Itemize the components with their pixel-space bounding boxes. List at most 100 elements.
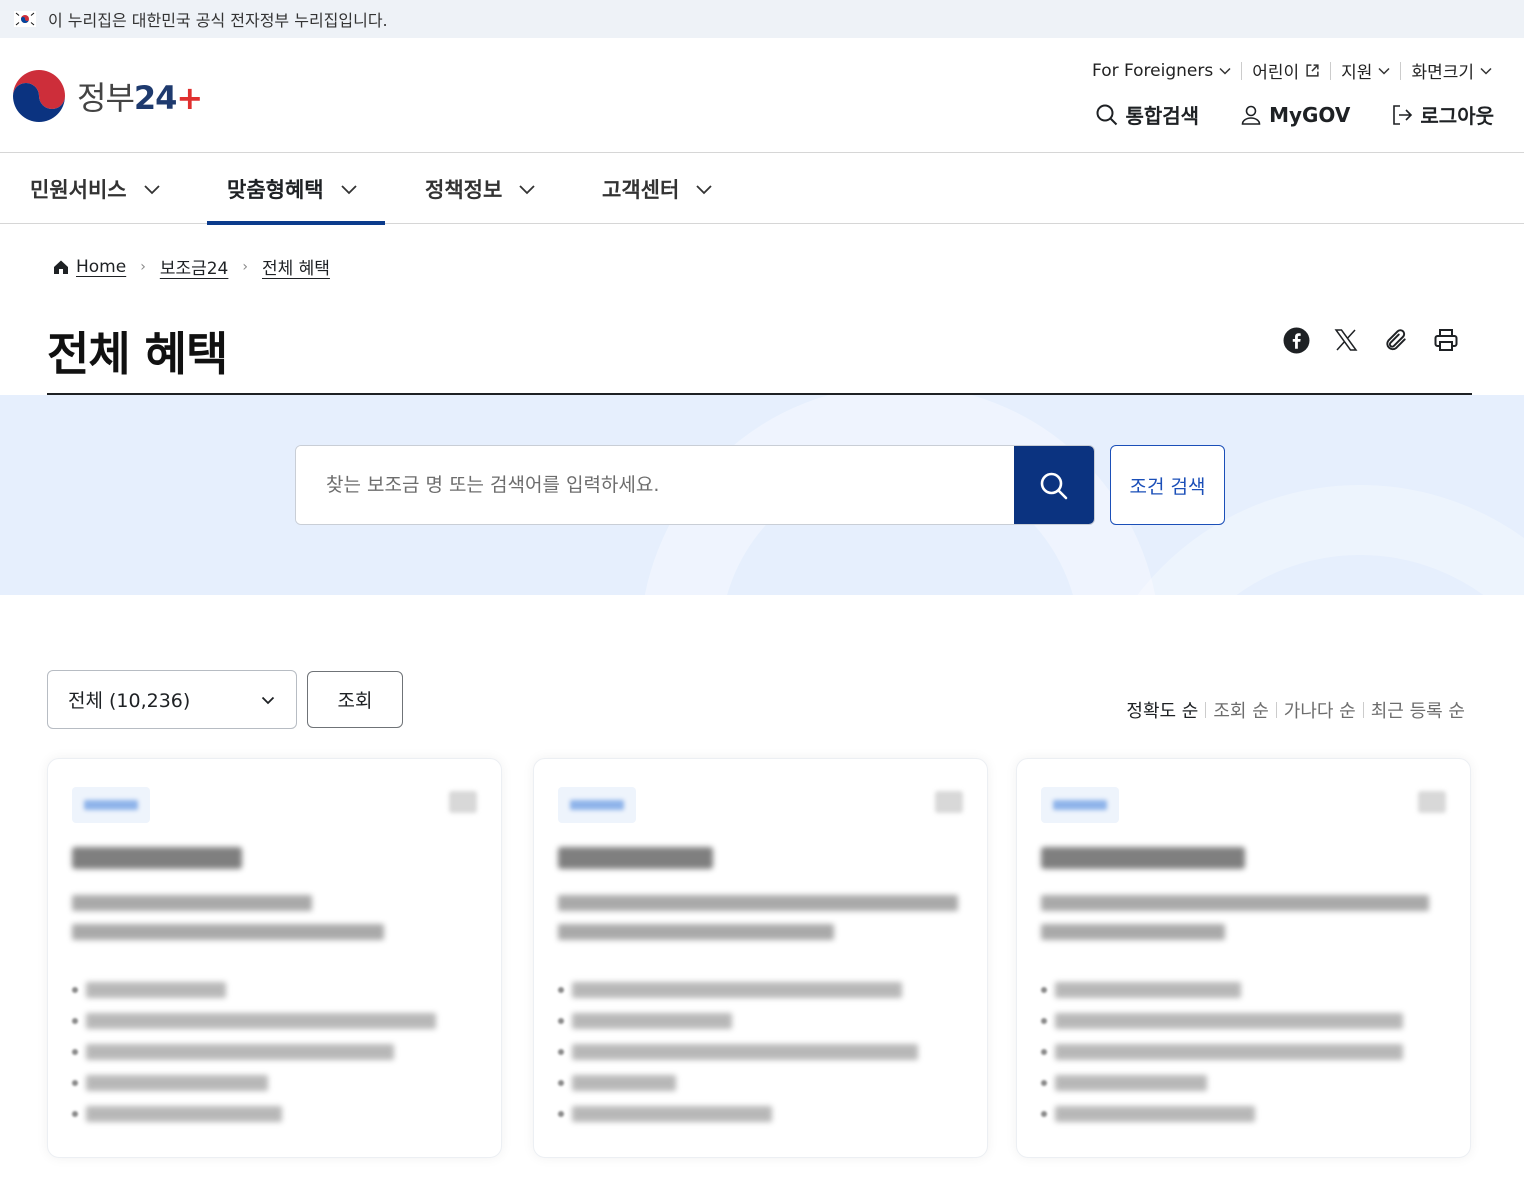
sort-alphabetical[interactable]: 가나다 순 bbox=[1277, 697, 1363, 723]
util-for-foreigners[interactable]: For Foreigners bbox=[1082, 61, 1241, 81]
card-title bbox=[1041, 847, 1245, 869]
sort-recent[interactable]: 최근 등록 순 bbox=[1364, 697, 1472, 723]
gov-official-banner: 이 누리집은 대한민국 공식 전자정부 누리집입니다. bbox=[0, 0, 1524, 38]
util-label: 어린이 bbox=[1252, 63, 1300, 83]
breadcrumb-separator-icon: › bbox=[140, 258, 146, 275]
gov24-logo[interactable]: 정부24+ bbox=[9, 66, 203, 126]
select-value: 전체 (10,236) bbox=[68, 690, 191, 712]
facebook-icon[interactable] bbox=[1282, 326, 1310, 354]
card-description bbox=[558, 895, 958, 911]
list-item bbox=[1041, 1067, 1446, 1098]
list-item bbox=[558, 1036, 963, 1067]
paperclip-icon[interactable] bbox=[1382, 326, 1410, 354]
card-description bbox=[72, 924, 384, 940]
list-item bbox=[72, 1067, 477, 1098]
search-icon bbox=[1040, 472, 1068, 500]
chevron-down-icon bbox=[696, 184, 712, 194]
home-icon bbox=[54, 260, 68, 274]
logout-label: 로그아웃 bbox=[1420, 104, 1494, 128]
list-item bbox=[1041, 1005, 1446, 1036]
benefit-card[interactable] bbox=[1016, 758, 1471, 1158]
util-label: 지원 bbox=[1341, 63, 1373, 83]
benefit-card[interactable] bbox=[47, 758, 502, 1158]
external-link-icon bbox=[1306, 64, 1319, 77]
utility-nav: For Foreigners 어린이 지원 화면크기 bbox=[1082, 58, 1502, 83]
util-support[interactable]: 지원 bbox=[1331, 58, 1400, 83]
sort-accuracy[interactable]: 정확도 순 bbox=[1119, 697, 1205, 723]
user-icon bbox=[1241, 105, 1261, 125]
x-twitter-icon[interactable] bbox=[1332, 326, 1360, 354]
chevron-down-icon bbox=[1480, 67, 1492, 75]
mygov-label: MyGOV bbox=[1269, 102, 1351, 127]
list-item bbox=[72, 1005, 477, 1036]
card-details bbox=[72, 974, 477, 1129]
list-item bbox=[558, 1098, 963, 1129]
gnb-civil-services[interactable]: 민원서비스 bbox=[10, 153, 181, 224]
category-badge bbox=[558, 787, 636, 823]
sort-views[interactable]: 조회 순 bbox=[1206, 697, 1275, 723]
gnb-custom-benefits[interactable]: 맞춤형혜택 bbox=[207, 153, 385, 225]
gnb-label: 맞춤형혜택 bbox=[227, 177, 324, 202]
util-label: For Foreigners bbox=[1092, 60, 1214, 81]
gnb-label: 정책정보 bbox=[425, 177, 503, 202]
search-label: 통합검색 bbox=[1125, 104, 1200, 128]
logout-button[interactable]: 로그아웃 bbox=[1390, 100, 1494, 129]
list-item bbox=[72, 1036, 477, 1067]
logout-icon bbox=[1393, 104, 1413, 125]
mygov-button[interactable]: MyGOV bbox=[1239, 103, 1350, 127]
view-button[interactable]: 조회 bbox=[307, 671, 403, 728]
bookmark-icon[interactable] bbox=[935, 791, 963, 813]
breadcrumb-separator-icon: › bbox=[242, 258, 248, 275]
korea-flag-icon bbox=[14, 11, 36, 27]
print-icon[interactable] bbox=[1432, 326, 1460, 354]
bookmark-icon[interactable] bbox=[449, 791, 477, 813]
sort-options: 정확도 순 조회 순 가나다 순 최근 등록 순 bbox=[1119, 697, 1472, 723]
list-item bbox=[72, 1098, 477, 1129]
list-item bbox=[1041, 1098, 1446, 1129]
breadcrumb-home[interactable]: Home bbox=[76, 257, 126, 277]
list-item bbox=[1041, 974, 1446, 1005]
category-badge bbox=[1041, 787, 1119, 823]
chevron-down-icon bbox=[1378, 67, 1390, 75]
card-title bbox=[72, 847, 242, 869]
chevron-down-icon bbox=[519, 184, 535, 194]
search-section: 조건 검색 bbox=[0, 395, 1524, 595]
benefit-card[interactable] bbox=[533, 758, 988, 1158]
search-input[interactable] bbox=[296, 446, 1014, 524]
search-icon bbox=[1096, 104, 1118, 125]
condition-search-button[interactable]: 조건 검색 bbox=[1110, 445, 1225, 525]
card-description bbox=[1041, 895, 1429, 911]
list-item bbox=[558, 1005, 963, 1036]
card-description bbox=[1041, 924, 1225, 940]
bookmark-icon[interactable] bbox=[1418, 791, 1446, 813]
chevron-down-icon bbox=[1219, 67, 1231, 75]
card-title bbox=[558, 847, 713, 869]
card-description bbox=[558, 924, 834, 940]
card-description bbox=[72, 895, 312, 911]
integrated-search-button[interactable]: 통합검색 bbox=[1095, 100, 1199, 129]
breadcrumb-all-benefits[interactable]: 전체 혜택 bbox=[262, 254, 330, 279]
category-select[interactable]: 전체 (10,236) bbox=[47, 670, 297, 729]
global-nav: 민원서비스 맞춤형혜택 정책정보 고객센터 bbox=[0, 153, 1524, 225]
breadcrumb-subsidy24[interactable]: 보조금24 bbox=[160, 254, 229, 279]
search-submit-button[interactable] bbox=[1014, 446, 1094, 524]
util-kids[interactable]: 어린이 bbox=[1242, 58, 1330, 83]
gnb-policy-info[interactable]: 정책정보 bbox=[405, 153, 556, 224]
logo-text: 정부24+ bbox=[77, 79, 203, 117]
gnb-customer-center[interactable]: 고객센터 bbox=[582, 153, 733, 224]
page-title: 전체 혜택 bbox=[47, 327, 228, 381]
banner-text: 이 누리집은 대한민국 공식 전자정부 누리집입니다. bbox=[48, 11, 388, 30]
util-label: 화면크기 bbox=[1411, 63, 1474, 83]
chevron-down-icon bbox=[261, 696, 275, 704]
gnb-label: 고객센터 bbox=[602, 177, 680, 202]
list-item bbox=[558, 974, 963, 1005]
list-item bbox=[72, 974, 477, 1005]
card-details bbox=[558, 974, 963, 1129]
category-badge bbox=[72, 787, 150, 823]
list-item bbox=[558, 1067, 963, 1098]
util-screen-size[interactable]: 화면크기 bbox=[1401, 58, 1502, 83]
search-box bbox=[295, 445, 1095, 525]
breadcrumb: Home › 보조금24 › 전체 혜택 bbox=[52, 254, 330, 279]
gnb-label: 민원서비스 bbox=[30, 177, 127, 202]
main-utility: 통합검색 MyGOV 로그아웃 bbox=[1095, 100, 1494, 129]
